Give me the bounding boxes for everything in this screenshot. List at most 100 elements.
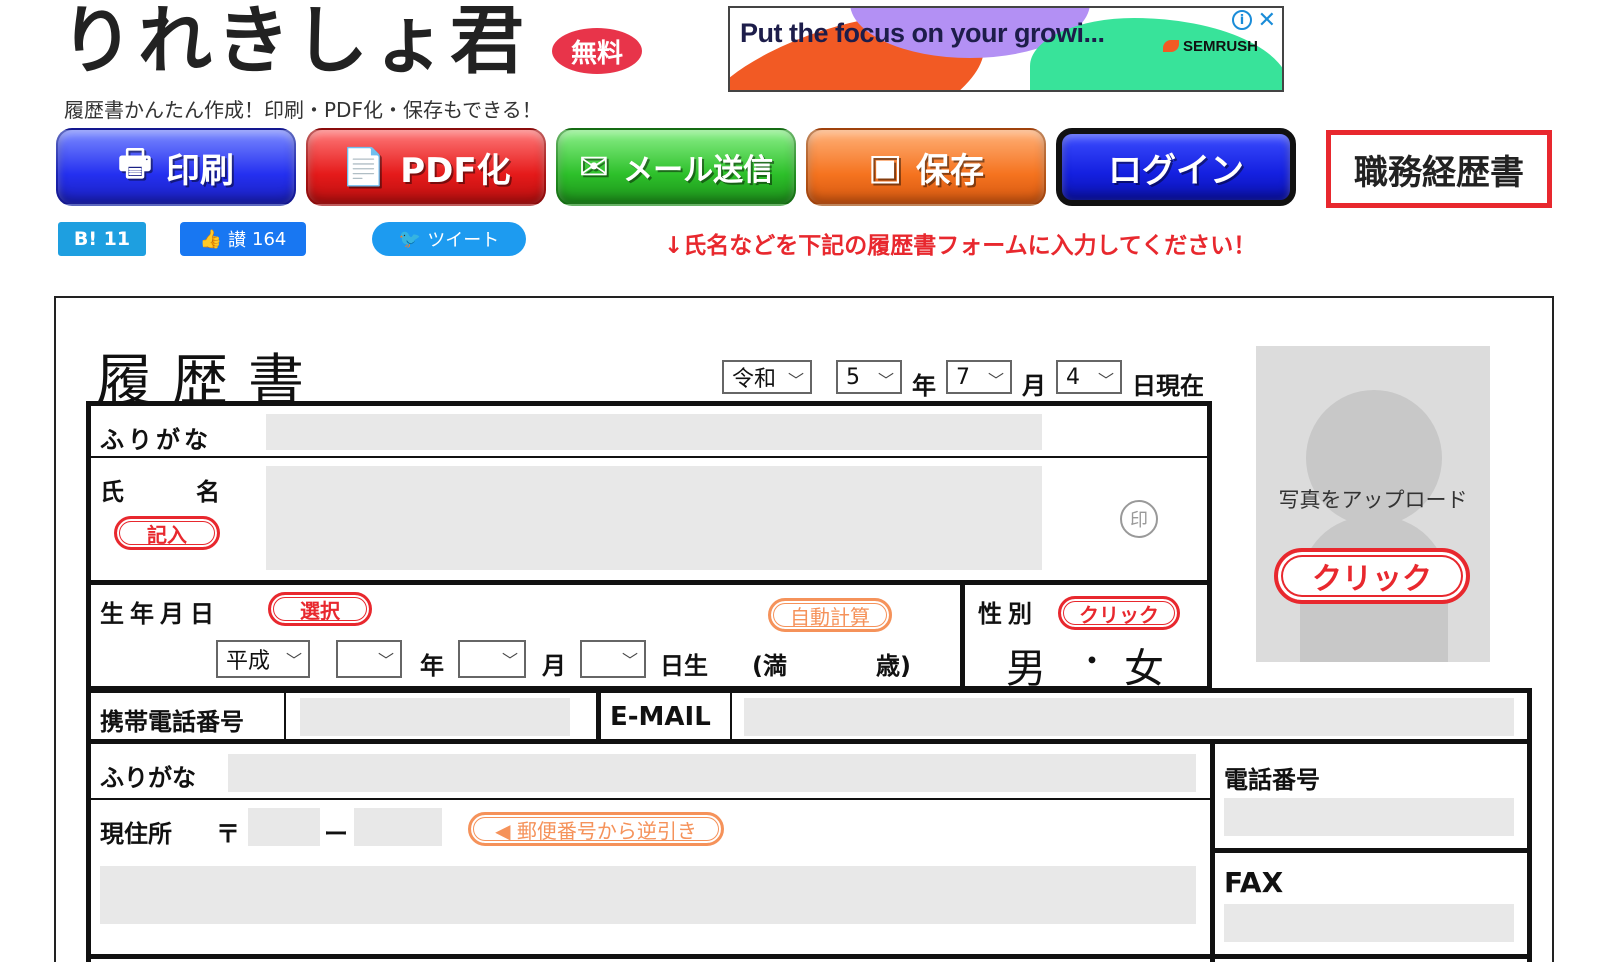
save-button[interactable]: ▣ 保存 bbox=[806, 128, 1046, 206]
postal-dash: ー bbox=[324, 820, 348, 848]
birthdate-select-button[interactable]: 選択 bbox=[268, 592, 372, 626]
phone-input[interactable] bbox=[1224, 798, 1514, 836]
date-year-select[interactable]: 5 ﹀ bbox=[836, 360, 902, 394]
chevron-down-icon: ﹀ bbox=[377, 651, 394, 670]
gender-male-option[interactable]: 男 bbox=[1006, 636, 1046, 694]
tweet-button[interactable]: 🐦 ツイート bbox=[372, 222, 526, 256]
site-tagline: 履歴書かんたん作成！印刷・PDF化・保存もできる！ bbox=[64, 98, 542, 122]
fax-input[interactable] bbox=[1224, 904, 1514, 942]
photo-upload-text: 写真をアップロード bbox=[1278, 488, 1468, 512]
chevron-down-icon: ﹀ bbox=[877, 371, 894, 390]
birth-era-value: 平成 bbox=[226, 649, 271, 674]
ad-brand-name: SEMRUSH bbox=[1182, 38, 1258, 55]
seal-mark: 印 bbox=[1120, 500, 1158, 538]
instruction-notice: ↓氏名などを下記の履歴書フォームに入力してください！ bbox=[664, 233, 1257, 259]
postal-lookup-button[interactable]: ◀ 郵便番号から逆引き bbox=[468, 812, 724, 846]
email-label: E-MAIL bbox=[610, 702, 711, 732]
date-month-select[interactable]: 7 ﹀ bbox=[946, 360, 1012, 394]
age-open-label: (満 bbox=[752, 652, 787, 680]
chevron-down-icon: ﹀ bbox=[621, 651, 638, 670]
postal-code-second-input[interactable] bbox=[354, 808, 442, 846]
save-button-label: 保存 bbox=[916, 150, 984, 191]
envelope-icon: ✉ bbox=[578, 146, 610, 188]
mobile-phone-input[interactable] bbox=[300, 698, 570, 736]
furigana-label: ふりがな bbox=[100, 426, 212, 454]
print-button-label: 印刷 bbox=[165, 150, 234, 191]
ad-close-icon[interactable]: ✕ bbox=[1258, 8, 1276, 33]
address-furigana-label: ふりがな bbox=[100, 764, 196, 792]
gender-female-option[interactable]: 女 bbox=[1124, 636, 1164, 694]
date-era-value: 令和 bbox=[732, 367, 777, 392]
auto-calculate-button[interactable]: 自動計算 bbox=[768, 598, 892, 632]
birth-month-unit: 月 bbox=[542, 652, 566, 680]
date-day-value: 4 bbox=[1066, 364, 1080, 390]
email-input[interactable] bbox=[744, 698, 1514, 736]
name-entry-button[interactable]: 記入 bbox=[114, 516, 220, 550]
date-year-value: 5 bbox=[846, 364, 860, 390]
date-era-select[interactable]: 令和 ﹀ bbox=[722, 360, 812, 394]
birth-day-select[interactable]: ﹀ bbox=[580, 640, 646, 678]
advertisement-banner[interactable]: Put the focus on your growi... SEMRUSH i… bbox=[728, 6, 1284, 92]
chevron-down-icon: ﹀ bbox=[987, 371, 1004, 390]
name-input[interactable] bbox=[266, 466, 1042, 570]
name-label-second: 名 bbox=[196, 478, 220, 506]
birth-year-select[interactable]: ﹀ bbox=[336, 640, 402, 678]
photo-upload-click-button[interactable]: クリック bbox=[1274, 548, 1470, 604]
ad-brand: SEMRUSH bbox=[1162, 38, 1258, 55]
postal-code-first-input[interactable] bbox=[248, 808, 320, 846]
column-divider bbox=[284, 690, 286, 742]
date-day-select[interactable]: 4 ﹀ bbox=[1056, 360, 1122, 394]
gender-separator: ・ bbox=[1076, 642, 1109, 680]
send-mail-button-label: メール送信 bbox=[623, 153, 774, 188]
postal-mark: 〒 bbox=[216, 820, 240, 848]
furigana-input[interactable] bbox=[266, 414, 1042, 450]
address-input[interactable] bbox=[100, 866, 1196, 924]
chevron-down-icon: ﹀ bbox=[285, 651, 302, 670]
column-divider bbox=[730, 690, 732, 742]
login-button[interactable]: ログイン bbox=[1056, 128, 1296, 206]
fax-label: FAX bbox=[1224, 866, 1284, 899]
address-furigana-input[interactable] bbox=[228, 754, 1196, 792]
chevron-down-icon: ﹀ bbox=[1097, 371, 1114, 390]
hatena-bookmark-button[interactable]: B! 11 bbox=[58, 222, 146, 256]
career-history-button[interactable]: 職務経歴書 bbox=[1326, 130, 1552, 208]
row-divider bbox=[1214, 848, 1528, 853]
birth-year-unit: 年 bbox=[420, 652, 444, 680]
birth-era-select[interactable]: 平成 ﹀ bbox=[216, 640, 310, 678]
mobile-phone-label: 携帯電話番号 bbox=[100, 708, 244, 736]
date-month-value: 7 bbox=[956, 364, 970, 390]
row-divider bbox=[90, 456, 1208, 458]
birthdate-label: 生年月日 bbox=[100, 600, 220, 628]
pdf-button[interactable]: 📄 PDF化 bbox=[306, 128, 546, 206]
send-mail-button[interactable]: ✉ メール送信 bbox=[556, 128, 796, 206]
tweet-label: ツイート bbox=[427, 230, 500, 251]
facebook-like-button[interactable]: 👍 讃 164 bbox=[180, 222, 306, 256]
birth-month-select[interactable]: ﹀ bbox=[458, 640, 526, 678]
printer-icon: 🖶 bbox=[118, 142, 152, 184]
chevron-down-icon: ﹀ bbox=[501, 651, 518, 670]
chevron-down-icon: ﹀ bbox=[787, 371, 804, 390]
floppy-disk-icon: ▣ bbox=[867, 146, 902, 188]
thumbs-up-icon: 👍 bbox=[199, 228, 223, 250]
age-close-label: 歳) bbox=[876, 652, 911, 680]
date-year-unit: 年 bbox=[912, 372, 936, 400]
twitter-bird-icon: 🐦 bbox=[398, 228, 422, 250]
column-divider bbox=[596, 690, 601, 742]
like-label: 讃 bbox=[228, 230, 247, 251]
date-day-suffix: 日現在 bbox=[1132, 372, 1204, 400]
row-divider bbox=[90, 580, 1208, 585]
address-label: 現住所 bbox=[100, 820, 172, 848]
date-month-unit: 月 bbox=[1022, 372, 1046, 400]
print-button[interactable]: 🖶 印刷 bbox=[56, 128, 296, 206]
site-logo[interactable]: りれきしょ君 bbox=[60, 4, 528, 78]
photo-upload-area[interactable]: 写真をアップロード クリック bbox=[1256, 346, 1490, 662]
phone-label: 電話番号 bbox=[1224, 766, 1320, 794]
gender-label: 性別 bbox=[978, 600, 1038, 628]
ad-headline[interactable]: Put the focus on your growi... bbox=[740, 18, 1105, 49]
ad-info-icon[interactable]: i bbox=[1232, 10, 1252, 30]
free-badge: 無料 bbox=[552, 28, 642, 74]
semrush-logo-icon bbox=[1162, 40, 1179, 52]
gender-click-button[interactable]: クリック bbox=[1058, 596, 1180, 630]
like-count: 164 bbox=[252, 228, 287, 250]
pdf-button-label: PDF化 bbox=[400, 150, 511, 191]
